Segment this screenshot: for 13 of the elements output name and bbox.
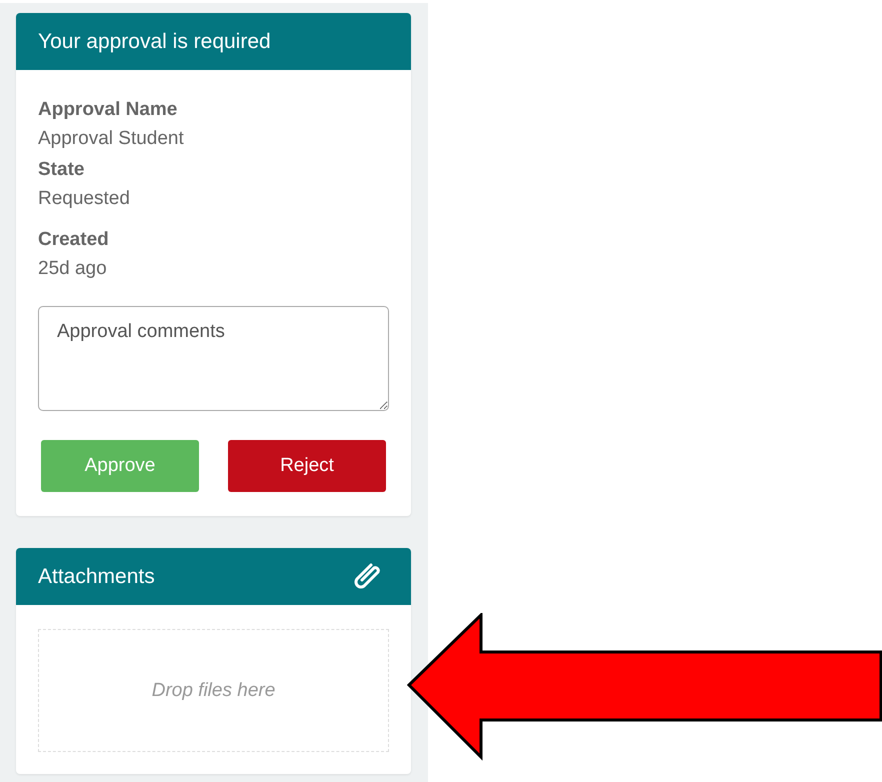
- field-label: Created: [38, 228, 110, 252]
- drop-hint: Drop files here: [152, 680, 276, 702]
- comments-field[interactable]: Approval comments: [38, 306, 389, 411]
- reject-button[interactable]: Reject: [228, 440, 386, 492]
- field-label: Approval Name: [38, 98, 178, 122]
- card-title: Attachments: [38, 564, 155, 588]
- field-value: Approval Student: [38, 127, 185, 151]
- drop-zone[interactable]: Drop files here: [38, 629, 389, 752]
- field-value: Requested: [38, 187, 131, 211]
- approve-button[interactable]: Approve: [41, 440, 199, 492]
- card-title: Your approval is required: [38, 30, 271, 54]
- field-value: 25d ago: [38, 257, 108, 281]
- field-label: State: [38, 158, 86, 182]
